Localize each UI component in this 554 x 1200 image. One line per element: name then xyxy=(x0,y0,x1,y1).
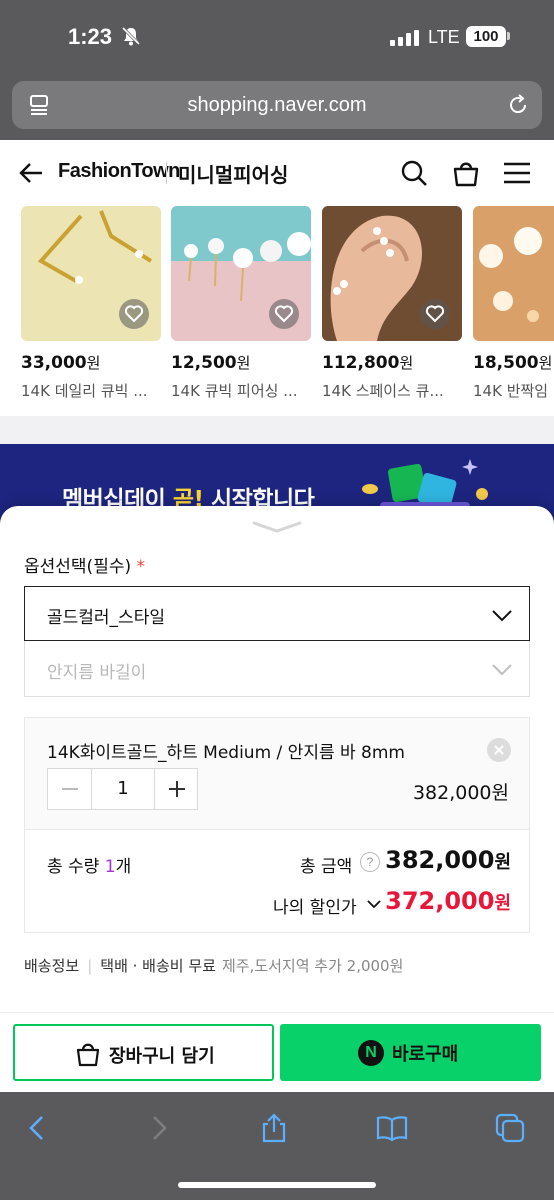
selected-option-item: 14K화이트골드_하트 Medium / 안지름 바 8mm 1 382,000… xyxy=(24,717,530,829)
heart-icon xyxy=(124,305,144,323)
wishlist-button[interactable] xyxy=(119,299,149,329)
add-to-cart-label: 장바구니 담기 xyxy=(109,1046,215,1067)
quantity-increase-button[interactable] xyxy=(154,769,198,809)
related-products: 33,000원 14K 데일리 큐빅 ... 12,500원 14K 큐빅 피어… xyxy=(0,206,554,416)
product-price: 12,500원 xyxy=(171,353,251,373)
shopping-bag-icon xyxy=(76,1043,100,1067)
discount-price-toggle[interactable]: 나의 할인가 xyxy=(273,893,357,918)
option-select-value: 골드컬러_스타일 xyxy=(47,608,165,628)
option-label: 옵션선택(필수) * xyxy=(24,557,146,577)
chevron-down-icon[interactable] xyxy=(366,897,382,911)
buy-now-button[interactable]: N 바로구매 xyxy=(280,1024,541,1081)
address-bar[interactable]: shopping.naver.com xyxy=(12,81,542,129)
product-price: 112,800원 xyxy=(322,353,414,373)
purchase-button-bar: 장바구니 담기 N 바로구매 xyxy=(0,1012,554,1092)
earring-illustration xyxy=(479,227,542,322)
naver-pay-icon: N xyxy=(358,1040,384,1066)
browser-chrome: shopping.naver.com xyxy=(0,76,554,140)
product-name: 14K 스페이스 큐... xyxy=(322,382,444,400)
product-name: 14K 데일리 큐빅 ... xyxy=(21,382,148,400)
selected-option-name: 14K화이트골드_하트 Medium / 안지름 바 8mm xyxy=(47,743,405,763)
help-icon[interactable]: ? xyxy=(360,852,380,872)
back-icon[interactable] xyxy=(22,1112,54,1144)
wishlist-button[interactable] xyxy=(269,299,299,329)
total-amount: 382,000원 xyxy=(385,846,511,874)
store-category[interactable]: 미니멀피어싱 xyxy=(178,159,288,188)
product-image[interactable] xyxy=(21,206,161,341)
search-icon[interactable] xyxy=(400,159,428,187)
shipping-info: 배송정보 | 택배 · 배송비 무료 제주,도서지역 추가 2,000원 xyxy=(24,955,403,976)
bell-slash-icon xyxy=(121,26,141,46)
option-select-color[interactable]: 골드컬러_스타일 xyxy=(24,586,530,641)
close-icon xyxy=(494,745,504,755)
menu-icon[interactable] xyxy=(503,160,531,186)
product-price: 18,500원 xyxy=(473,353,553,373)
sheet-collapse-icon[interactable] xyxy=(252,520,302,534)
buy-now-label: 바로구매 xyxy=(392,1044,459,1065)
heart-icon xyxy=(425,305,445,323)
option-select-placeholder: 안지름 바길이 xyxy=(47,663,147,683)
minus-icon xyxy=(62,788,78,790)
remove-option-button[interactable] xyxy=(487,738,511,762)
shopping-bag-icon[interactable] xyxy=(452,159,480,187)
quantity-input[interactable]: 1 xyxy=(92,769,154,809)
discount-amount: 372,000원 xyxy=(385,887,511,915)
status-bar: 1:23 LTE 100 xyxy=(0,0,554,76)
quantity-stepper: 1 xyxy=(47,768,198,810)
product-image[interactable] xyxy=(322,206,462,341)
add-to-cart-button[interactable]: 장바구니 담기 xyxy=(13,1024,274,1081)
product-name: 14K 반짝임 xyxy=(473,382,549,400)
forward-icon[interactable] xyxy=(142,1112,174,1144)
product-name: 14K 큐빅 피어싱 ... xyxy=(171,382,298,400)
section-divider xyxy=(0,416,554,444)
bookmarks-icon[interactable] xyxy=(376,1112,408,1144)
browser-toolbar xyxy=(0,1092,554,1200)
total-quantity: 총 수량 1개 xyxy=(47,857,132,877)
shipping-extra-fee: 제주,도서지역 추가 2,000원 xyxy=(221,957,404,975)
chevron-down-icon xyxy=(492,610,512,622)
shipping-divider: | xyxy=(87,957,93,975)
purchase-options-sheet: 옵션선택(필수) * 골드컬러_스타일 안지름 바길이 14K화이트골드_하트 … xyxy=(0,506,554,1092)
tabs-icon[interactable] xyxy=(494,1112,526,1144)
quantity-decrease-button[interactable] xyxy=(48,769,92,809)
product-price: 33,000원 xyxy=(21,353,101,373)
total-amount-label: 총 금액 xyxy=(300,857,353,877)
option-price: 382,000원 xyxy=(412,782,509,804)
store-brand[interactable]: FashionTown xyxy=(58,160,180,183)
heart-icon xyxy=(274,305,294,323)
header-divider xyxy=(166,162,167,184)
share-icon[interactable] xyxy=(258,1112,290,1144)
network-label: LTE xyxy=(428,27,460,47)
shipping-method: 택배 · 배송비 무료 xyxy=(100,957,216,975)
product-image[interactable] xyxy=(171,206,311,341)
signal-icon xyxy=(390,30,419,46)
option-select-size[interactable]: 안지름 바길이 xyxy=(24,641,530,697)
reload-icon[interactable] xyxy=(506,93,530,117)
home-indicator xyxy=(178,1182,376,1188)
status-time: 1:23 xyxy=(68,24,113,49)
plus-icon xyxy=(169,781,185,797)
product-image[interactable] xyxy=(473,206,554,341)
chevron-down-icon xyxy=(492,664,512,676)
battery-icon: 100 xyxy=(466,26,506,47)
wishlist-button[interactable] xyxy=(420,299,450,329)
back-arrow-icon[interactable] xyxy=(18,160,44,186)
order-total: 총 수량 1개 총 금액 ? 382,000원 나의 할인가 372,000원 xyxy=(24,829,530,933)
url-text: shopping.naver.com xyxy=(187,94,367,116)
site-header: FashionTown 미니멀피어싱 xyxy=(0,140,554,206)
battery-tip xyxy=(507,32,510,40)
shipping-label: 배송정보 xyxy=(24,957,80,975)
